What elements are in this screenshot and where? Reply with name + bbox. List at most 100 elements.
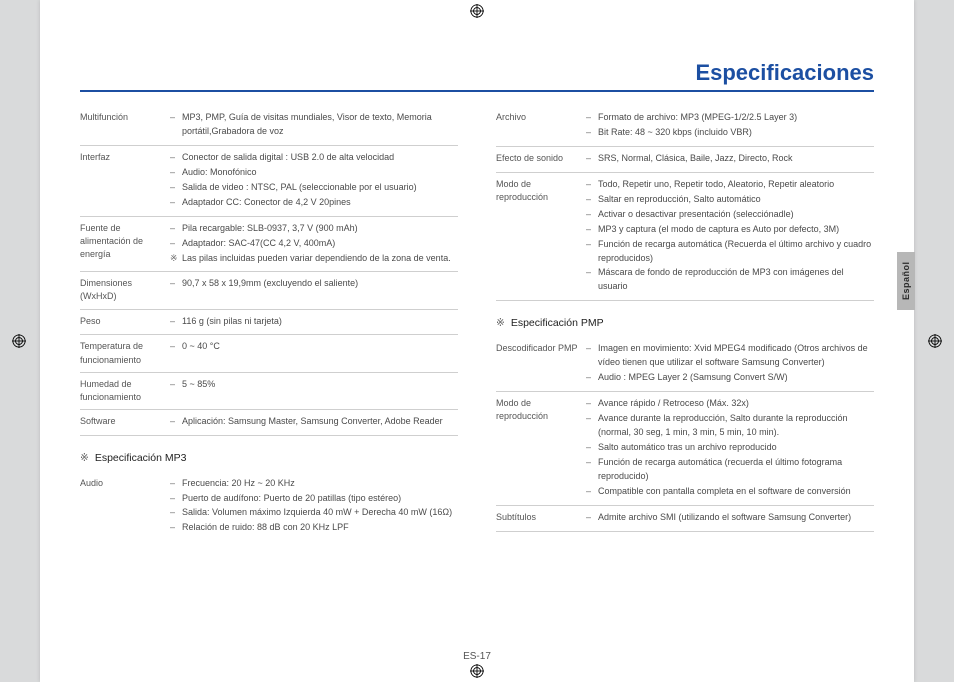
spec-text: Aplicación: Samsung Master, Samsung Conv… <box>182 415 458 429</box>
spec-label: Descodificador PMP <box>496 342 586 355</box>
spec-line: –Salida de video : NTSC, PAL (selecciona… <box>170 181 458 195</box>
spec-text: Bit Rate: 48 ~ 320 kbps (incluido VBR) <box>598 126 874 140</box>
spec-line: –Adaptador CC: Conector de 4,2 V 20pines <box>170 196 458 210</box>
spec-label: Peso <box>80 315 170 328</box>
spec-line: –Admite archivo SMI (utilizando el softw… <box>586 511 874 525</box>
dash-icon: – <box>586 456 598 470</box>
spec-line: –Salida: Volumen máximo Izquierda 40 mW … <box>170 506 458 520</box>
spec-values: –Pila recargable: SLB-0937, 3,7 V (900 m… <box>170 222 458 267</box>
spec-text: Relación de ruido: 88 dB con 20 KHz LPF <box>182 521 458 535</box>
spec-values: – Conector de salida digital : USB 2.0 de… <box>170 151 458 211</box>
dash-icon: – <box>170 506 182 520</box>
spec-text: Activar o desactivar presentación (selec… <box>598 208 874 222</box>
spec-text: 0 ~ 40 °C <box>182 340 458 354</box>
spec-text: Frecuencia: 20 Hz ~ 20 KHz <box>182 477 458 491</box>
dash-icon: – <box>170 378 182 392</box>
spec-text: Conector de salida digital : USB 2.0 de … <box>182 151 458 165</box>
spec-line: –Bit Rate: 48 ~ 320 kbps (incluido VBR) <box>586 126 874 140</box>
spec-text: Avance durante la reproducción, Salto du… <box>598 412 874 440</box>
spec-row: Dimensiones (WxHxD)–90,7 x 58 x 19,9mm (… <box>80 272 458 309</box>
spec-label: Modo de reproducción <box>496 397 586 423</box>
spec-line: –Audio : MPEG Layer 2 (Samsung Convert S… <box>586 371 874 385</box>
page-title: Especificaciones <box>80 60 874 92</box>
spec-line: –Función de recarga automática (Recuerda… <box>586 238 874 266</box>
spec-label: Archivo <box>496 111 586 124</box>
spec-line: –116 g (sin pilas ni tarjeta) <box>170 315 458 329</box>
spec-text: SRS, Normal, Clásica, Baile, Jazz, Direc… <box>598 152 874 166</box>
spec-text: Audio : MPEG Layer 2 (Samsung Convert S/… <box>598 371 874 385</box>
spec-values: –Aplicación: Samsung Master, Samsung Con… <box>170 415 458 430</box>
spec-label: Fuente de alimentación de energía <box>80 222 170 261</box>
spec-line: –Avance durante la reproducción, Salto d… <box>586 412 874 440</box>
section-title: ※Especificación MP3 <box>80 452 458 464</box>
spec-text: Salida de video : NTSC, PAL (seleccionab… <box>182 181 458 195</box>
spec-row: Modo de reproducción–Todo, Repetir uno, … <box>496 173 874 302</box>
spec-line: –Formato de archivo: MP3 (MPEG-1/2/2.5 L… <box>586 111 874 125</box>
spec-text: Adaptador: SAC-47(CC 4,2 V, 400mA) <box>182 237 458 251</box>
dash-icon: – <box>170 181 182 195</box>
spec-values: –116 g (sin pilas ni tarjeta) <box>170 315 458 330</box>
dash-icon: – <box>170 196 182 210</box>
spec-line: –Audio: Monofónico <box>170 166 458 180</box>
dash-icon: – <box>586 342 598 356</box>
spec-row: Humedad de funcionamiento–5 ~ 85% <box>80 373 458 410</box>
document-sheet: Español Especificaciones Multifunción–MP… <box>40 0 914 682</box>
spec-text: Admite archivo SMI (utilizando el softwa… <box>598 511 874 525</box>
page-content: Especificaciones Multifunción–MP3, PMP, … <box>80 60 874 632</box>
spec-row: Software–Aplicación: Samsung Master, Sam… <box>80 410 458 436</box>
dash-icon: – <box>586 178 598 192</box>
asterisk-icon: ※ <box>80 452 89 464</box>
dash-icon: – <box>170 237 182 251</box>
spec-text: MP3 y captura (el modo de captura es Aut… <box>598 223 874 237</box>
spec-text: Salida: Volumen máximo Izquierda 40 mW +… <box>182 506 458 520</box>
spec-text: Todo, Repetir uno, Repetir todo, Aleator… <box>598 178 874 192</box>
dash-icon: – <box>586 238 598 252</box>
spec-line: –Frecuencia: 20 Hz ~ 20 KHz <box>170 477 458 491</box>
spec-line: –Todo, Repetir uno, Repetir todo, Aleato… <box>586 178 874 192</box>
dash-icon: – <box>586 193 598 207</box>
dash-icon: – <box>170 340 182 354</box>
spec-text: Audio: Monofónico <box>182 166 458 180</box>
dash-icon: – <box>586 485 598 499</box>
spec-label: Subtítulos <box>496 511 586 524</box>
spec-text: Formato de archivo: MP3 (MPEG-1/2/2.5 La… <box>598 111 874 125</box>
spec-row: Interfaz–Conector de salida digital : US… <box>80 146 458 217</box>
spec-line: –MP3 y captura (el modo de captura es Au… <box>586 223 874 237</box>
dash-icon: – <box>586 441 598 455</box>
section-title: ※Especificación PMP <box>496 317 874 329</box>
spec-values: –Admite archivo SMI (utilizando el softw… <box>586 511 874 526</box>
spec-values: –Frecuencia: 20 Hz ~ 20 KHz–Puerto de au… <box>170 477 458 537</box>
dash-icon: – <box>586 371 598 385</box>
dash-icon: – <box>586 126 598 140</box>
dash-icon: – <box>586 397 598 411</box>
spec-line: –Pila recargable: SLB-0937, 3,7 V (900 m… <box>170 222 458 236</box>
dash-icon: – <box>586 412 598 426</box>
dash-icon: – <box>170 477 182 491</box>
spec-text: 116 g (sin pilas ni tarjeta) <box>182 315 458 329</box>
spec-text: Máscara de fondo de reproducción de MP3 … <box>598 266 874 294</box>
spec-row: Subtítulos–Admite archivo SMI (utilizand… <box>496 506 874 532</box>
spec-line: –Imagen en movimiento: Xvid MPEG4 modifi… <box>586 342 874 370</box>
spec-values: –5 ~ 85% <box>170 378 458 393</box>
left-column: Multifunción–MP3, PMP, Guía de visitas m… <box>80 106 458 541</box>
spec-line: –Saltar en reproducción, Salto automátic… <box>586 193 874 207</box>
dash-icon: – <box>170 222 182 236</box>
spec-text: Salto automático tras un archivo reprodu… <box>598 441 874 455</box>
dash-icon: – <box>170 492 182 506</box>
spec-text: Función de recarga automática (recuerda … <box>598 456 874 484</box>
spec-text: Adaptador CC: Conector de 4,2 V 20pines <box>182 196 458 210</box>
registration-mark-top <box>470 4 484 18</box>
spec-row: Modo de reproducción–Avance rápido / Ret… <box>496 392 874 506</box>
spec-text: 90,7 x 58 x 19,9mm (excluyendo el salien… <box>182 277 458 291</box>
spec-text: MP3, PMP, Guía de visitas mundiales, Vis… <box>182 111 458 139</box>
spec-row: Fuente de alimentación de energía–Pila r… <box>80 217 458 273</box>
spec-values: –MP3, PMP, Guía de visitas mundiales, Vi… <box>170 111 458 140</box>
spec-line: –Conector de salida digital : USB 2.0 de… <box>170 151 458 165</box>
spec-label: Temperatura de funcionamiento <box>80 340 170 366</box>
spec-line: –Puerto de audífono: Puerto de 20 patill… <box>170 492 458 506</box>
spec-line: –Función de recarga automática (recuerda… <box>586 456 874 484</box>
dash-icon: – <box>586 223 598 237</box>
spec-text: Puerto de audífono: Puerto de 20 patilla… <box>182 492 458 506</box>
spec-line: –Adaptador: SAC-47(CC 4,2 V, 400mA) <box>170 237 458 251</box>
dash-icon: – <box>170 415 182 429</box>
